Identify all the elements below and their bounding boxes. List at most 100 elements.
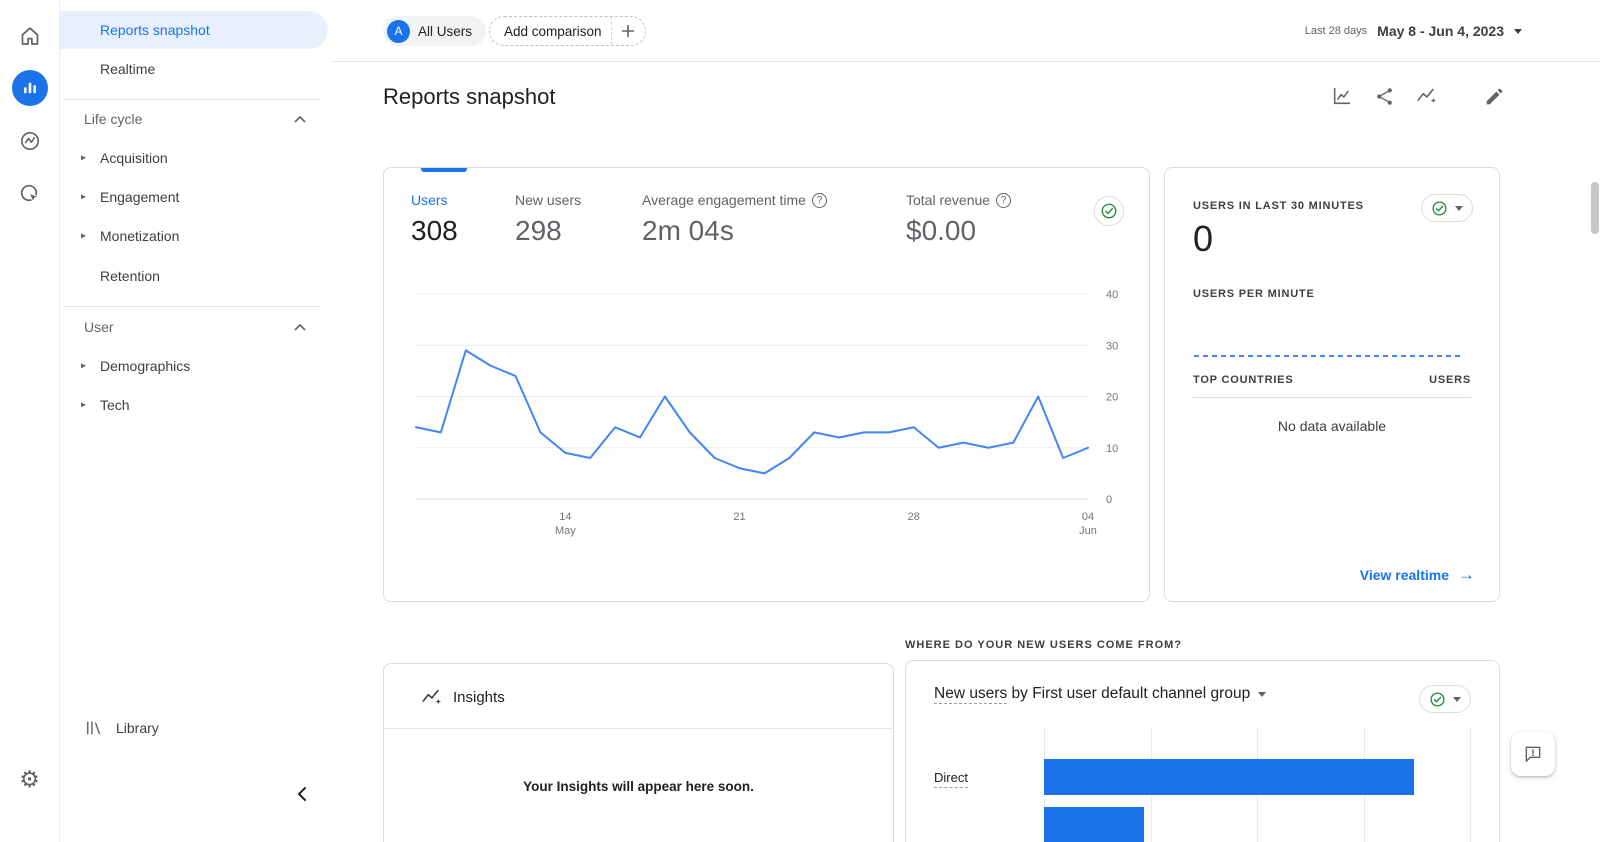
insights-card: Insights Your Insights will appear here … [383, 663, 894, 842]
share-report-button[interactable] [1372, 84, 1396, 108]
audience-avatar: A [387, 19, 410, 43]
help-icon[interactable] [811, 192, 827, 208]
insights-icon [422, 689, 441, 705]
settings-gear-icon: ⚙ [19, 765, 40, 792]
sidebar-divider [64, 99, 320, 100]
date-range-value: May 8 - Jun 4, 2023 [1377, 23, 1504, 39]
ga4-app: ⚙ Reports snapshot Realtime Life cycle A… [0, 0, 1600, 842]
channel-bar-chart: Direct [934, 727, 1471, 842]
insights-button[interactable] [1414, 84, 1438, 108]
chevron-down-icon [1455, 205, 1463, 211]
insights-title: Insights [453, 688, 505, 706]
advertising-nav-button[interactable] [11, 175, 49, 213]
sidebar-item-label: Realtime [100, 61, 156, 77]
channel-card-title-dropdown[interactable]: New users by First user default channel … [934, 685, 1267, 704]
channel-group-card: New users by First user default channel … [905, 660, 1500, 842]
sidebar-item-retention[interactable]: Retention [60, 257, 328, 295]
edit-report-button[interactable] [1482, 84, 1506, 108]
sidebar-item-label: Acquisition [100, 150, 168, 166]
page-title: Reports snapshot [383, 84, 556, 109]
chevron-down-icon [1258, 691, 1267, 697]
sidebar-item-library[interactable]: Library [60, 709, 328, 747]
report-actions [1330, 84, 1506, 108]
svg-text:10: 10 [1106, 443, 1118, 455]
explore-nav-button[interactable] [11, 122, 49, 160]
audience-chip-all-users[interactable]: A All Users [383, 16, 487, 46]
users-line-chart: 0 10 20 30 40 14 May 21 28 04 Jun [412, 280, 1123, 540]
sidebar-divider [64, 306, 320, 307]
svg-text:30: 30 [1106, 340, 1118, 352]
collapse-sidebar-button[interactable] [286, 779, 316, 809]
channel-bar-row: Direct [934, 759, 1471, 795]
sidebar-item-monetization[interactable]: Monetization [60, 217, 328, 255]
channel-bar-label: Direct [934, 769, 1044, 788]
top-countries-header: TOP COUNTRIES USERS [1193, 374, 1471, 398]
explore-icon [20, 131, 39, 151]
metric-tab-users[interactable]: Users 308 [411, 192, 458, 247]
top-countries-label: TOP COUNTRIES [1193, 374, 1294, 386]
date-range-picker[interactable]: Last 28 days May 8 - Jun 4, 2023 [1305, 16, 1522, 46]
channel-data-quality-dropdown[interactable] [1419, 685, 1471, 713]
expand-triangle-icon [81, 153, 86, 164]
view-realtime-link[interactable]: View realtime [1360, 565, 1475, 585]
home-button[interactable] [11, 17, 49, 55]
sidebar-item-engagement[interactable]: Engagement [60, 178, 328, 216]
metric-tab-avg-engagement-time[interactable]: Average engagement time 2m 04s [642, 192, 827, 247]
metric-tab-new-users[interactable]: New users 298 [515, 192, 581, 247]
metric-tab-total-revenue[interactable]: Total revenue $0.00 [906, 192, 1012, 247]
users-column-label: USERS [1429, 374, 1471, 386]
sidebar-item-label: Library [116, 720, 159, 736]
help-icon[interactable] [996, 192, 1012, 208]
metric-term: New users [934, 685, 1008, 704]
title-rest: by First user default channel group [1007, 685, 1251, 702]
svg-text:04: 04 [1082, 511, 1094, 523]
expand-triangle-icon [81, 400, 86, 411]
sidebar-item-realtime[interactable]: Realtime [60, 50, 328, 88]
customize-report-button[interactable] [1330, 84, 1354, 108]
arrow-right-icon [1458, 565, 1475, 585]
svg-text:May: May [555, 525, 576, 537]
reports-nav-button[interactable] [11, 69, 49, 107]
realtime-card: USERS IN LAST 30 MINUTES 0 USERS PER MIN… [1164, 167, 1500, 602]
svg-text:40: 40 [1106, 289, 1118, 301]
data-quality-button[interactable] [1094, 196, 1124, 226]
sidebar-item-reports-snapshot[interactable]: Reports snapshot [60, 11, 328, 49]
metric-label: Total revenue [906, 192, 991, 208]
channel-bar-track [1044, 807, 1471, 842]
report-topbar: A All Users Add comparison Last 28 days … [331, 0, 1600, 62]
home-icon [21, 27, 38, 45]
section-header-label: Life cycle [84, 111, 143, 127]
chevron-down-icon [1514, 28, 1522, 34]
metric-value: $0.00 [906, 215, 977, 246]
admin-settings-button[interactable]: ⚙ [11, 760, 49, 798]
metric-value: 298 [515, 215, 562, 246]
expand-triangle-icon [81, 231, 86, 242]
pencil-icon [1486, 88, 1502, 104]
reports-active-bubble [11, 70, 48, 106]
add-comparison-chip[interactable]: Add comparison [489, 16, 646, 46]
channel-bar-row [934, 807, 1471, 842]
bar-chart-icon [23, 82, 36, 94]
vertical-scrollbar[interactable] [1591, 182, 1599, 234]
sidebar-section-life-cycle[interactable]: Life cycle [60, 101, 312, 137]
sidebar-item-tech[interactable]: Tech [60, 386, 328, 424]
metric-value: 2m 04s [642, 215, 734, 246]
sidebar-section-user[interactable]: User [60, 309, 312, 345]
check-circle-icon [1430, 691, 1445, 707]
channel-bar[interactable] [1044, 759, 1415, 795]
channel-bar[interactable] [1044, 807, 1144, 842]
sidebar-item-label: Engagement [100, 189, 180, 205]
customize-report-icon [1333, 87, 1351, 105]
realtime-data-quality-dropdown[interactable] [1421, 194, 1473, 222]
date-preset-label: Last 28 days [1304, 25, 1368, 37]
svg-text:0: 0 [1106, 494, 1112, 506]
nav-rail: ⚙ [0, 0, 60, 842]
sidebar-item-label: Monetization [100, 228, 180, 244]
check-circle-icon [1101, 203, 1117, 219]
metric-value: 308 [411, 215, 458, 246]
svg-text:28: 28 [908, 511, 920, 523]
sidebar-item-demographics[interactable]: Demographics [60, 347, 328, 385]
feedback-button[interactable] [1511, 732, 1555, 776]
advertising-icon [20, 184, 40, 204]
sidebar-item-acquisition[interactable]: Acquisition [60, 139, 328, 177]
